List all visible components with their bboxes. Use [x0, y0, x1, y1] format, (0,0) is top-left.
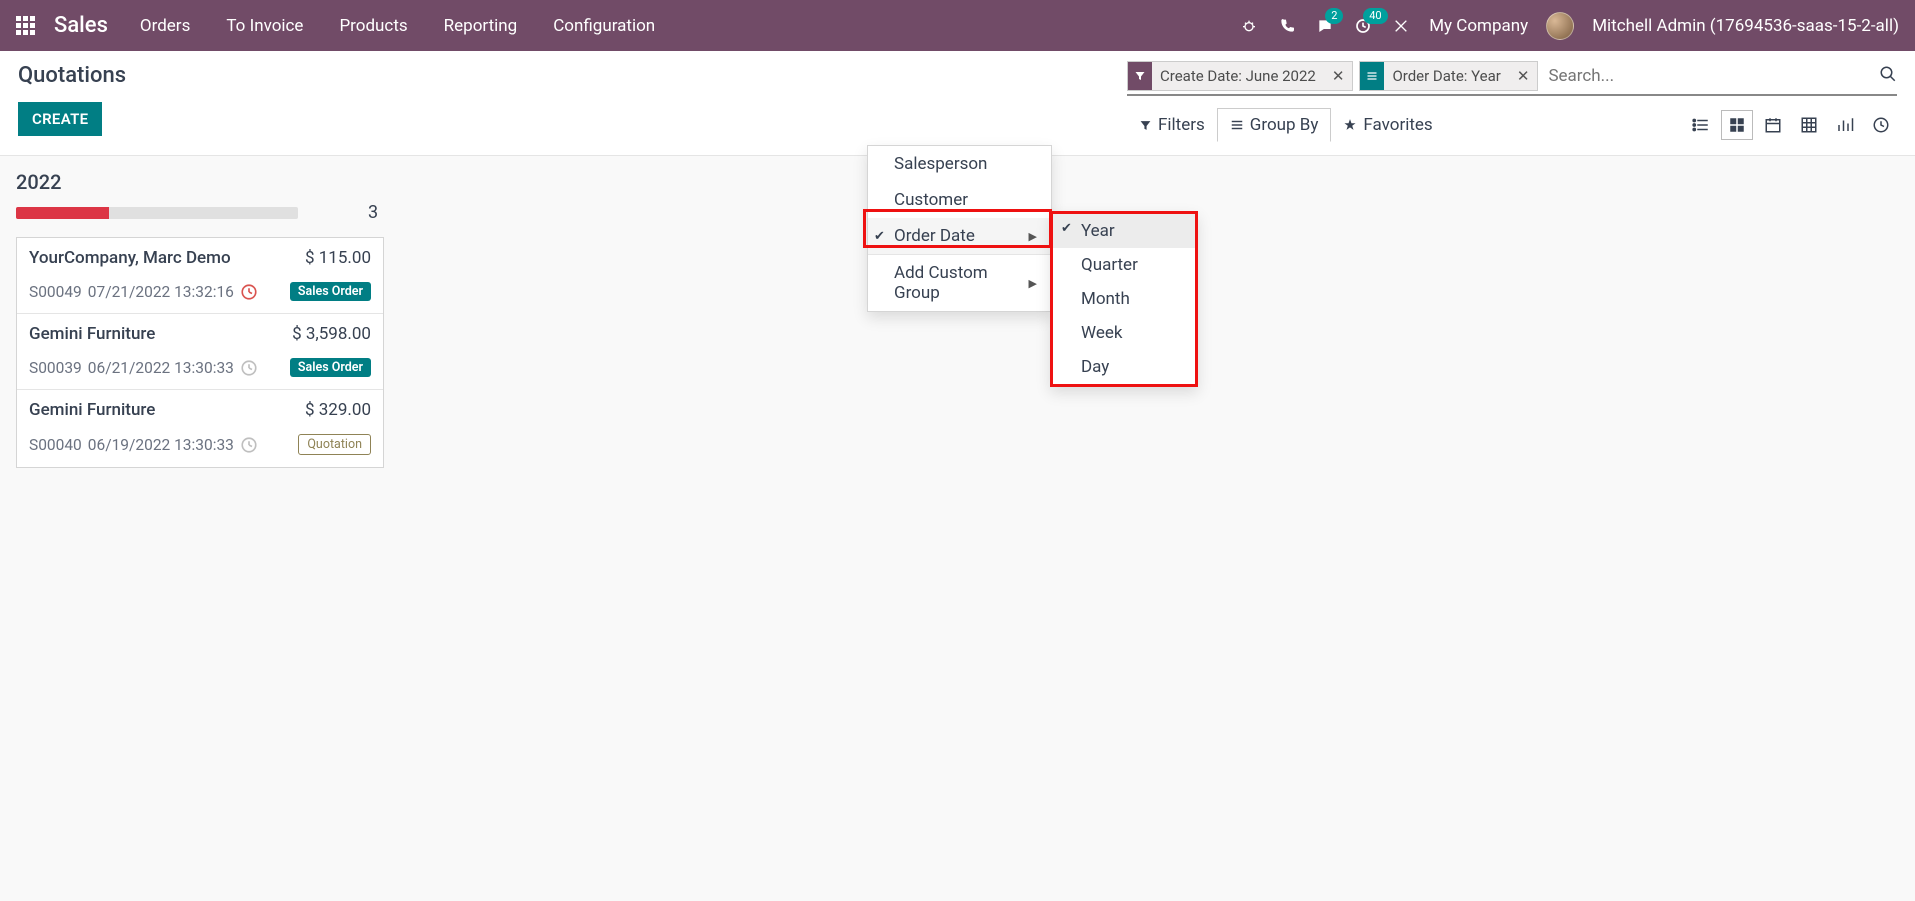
groupby-order-date[interactable]: ✔Order Date▶ [868, 218, 1051, 254]
avatar[interactable] [1546, 12, 1574, 40]
phone-icon[interactable] [1277, 16, 1297, 36]
card-amount: $ 3,598.00 [292, 324, 371, 344]
menu-reporting[interactable]: Reporting [444, 16, 518, 36]
caret-right-icon: ▶ [1029, 230, 1037, 243]
granularity-month[interactable]: Month [1053, 282, 1195, 316]
search-bar: Create Date: June 2022 ✕ Order Date: Yea… [1127, 61, 1897, 96]
activities-icon[interactable]: 40 [1353, 16, 1373, 36]
search-icon[interactable] [1879, 65, 1897, 87]
granularity-week[interactable]: Week [1053, 316, 1195, 350]
granularity-quarter[interactable]: Quarter [1053, 248, 1195, 282]
menu-to-invoice[interactable]: To Invoice [226, 16, 303, 36]
clock-icon [240, 283, 258, 301]
card-ref: S00039 [29, 359, 82, 377]
view-switcher [1685, 110, 1897, 140]
favorites-toggle[interactable]: Favorites [1331, 109, 1444, 141]
granularity-year[interactable]: ✔Year [1053, 214, 1195, 248]
clock-icon [240, 359, 258, 377]
kanban-column: YourCompany, Marc Demo $ 115.00 S00049 07… [16, 237, 384, 468]
card-amount: $ 115.00 [305, 248, 371, 268]
apps-icon[interactable] [16, 16, 36, 36]
groupby-customer[interactable]: Customer [868, 182, 1051, 218]
facet-remove[interactable]: ✕ [1324, 67, 1353, 85]
menu-configuration[interactable]: Configuration [553, 16, 655, 36]
facet-label: Create Date: June 2022 [1152, 67, 1324, 85]
bug-icon[interactable] [1239, 16, 1259, 36]
kanban-card[interactable]: Gemini Furniture $ 3,598.00 S00039 06/21/… [17, 314, 383, 390]
top-nav: Sales Orders To Invoice Products Reporti… [0, 0, 1915, 51]
app-brand[interactable]: Sales [54, 13, 108, 38]
page-title: Quotations [18, 63, 126, 88]
granularity-day[interactable]: Day [1053, 350, 1195, 384]
groupby-toggle[interactable]: Group By [1217, 108, 1332, 142]
check-icon: ✔ [874, 229, 885, 244]
card-date: 07/21/2022 13:32:16 [88, 283, 234, 301]
messages-icon[interactable]: 2 [1315, 16, 1335, 36]
card-date: 06/21/2022 13:30:33 [88, 359, 234, 377]
view-activity[interactable] [1865, 110, 1897, 140]
check-icon: ✔ [1061, 221, 1072, 236]
control-panel: Quotations CREATE Create Date: June 2022… [0, 51, 1915, 156]
kanban-card[interactable]: Gemini Furniture $ 329.00 S00040 06/19/20… [17, 390, 383, 467]
groupby-salesperson[interactable]: Salesperson [868, 146, 1051, 182]
card-ref: S00040 [29, 436, 82, 454]
main-menu: Orders To Invoice Products Reporting Con… [140, 16, 655, 36]
card-customer: YourCompany, Marc Demo [29, 248, 231, 268]
user-menu[interactable]: Mitchell Admin (17694536-saas-15-2-all) [1592, 16, 1899, 36]
card-customer: Gemini Furniture [29, 400, 155, 420]
activities-badge: 40 [1363, 8, 1387, 24]
opt-row: Filters Group By Favorites [1127, 108, 1897, 142]
facet-label: Order Date: Year [1384, 67, 1508, 85]
menu-orders[interactable]: Orders [140, 16, 190, 36]
card-amount: $ 329.00 [305, 400, 371, 420]
date-granularity-submenu: ✔Year Quarter Month Week Day [1050, 211, 1198, 387]
filters-toggle[interactable]: Filters [1127, 109, 1217, 141]
facet-create-date[interactable]: Create Date: June 2022 ✕ [1127, 61, 1353, 91]
groupby-add-custom[interactable]: Add Custom Group▶ [868, 254, 1051, 311]
caret-right-icon: ▶ [1029, 277, 1037, 290]
card-customer: Gemini Furniture [29, 324, 155, 344]
card-ref: S00049 [29, 283, 82, 301]
card-date: 06/19/2022 13:30:33 [88, 436, 234, 454]
kanban-card[interactable]: YourCompany, Marc Demo $ 115.00 S00049 07… [17, 238, 383, 314]
menu-products[interactable]: Products [339, 16, 407, 36]
search-input[interactable] [1544, 64, 1879, 88]
view-list[interactable] [1685, 110, 1717, 140]
status-badge: Sales Order [290, 358, 371, 377]
kanban-progress-bar[interactable] [16, 207, 298, 219]
filter-icon [1128, 62, 1152, 90]
nav-right: 2 40 My Company Mitchell Admin (17694536… [1239, 12, 1899, 40]
view-calendar[interactable] [1757, 110, 1789, 140]
facet-remove[interactable]: ✕ [1509, 67, 1538, 85]
kanban-count: 3 [368, 202, 378, 223]
clock-icon [240, 436, 258, 454]
view-kanban[interactable] [1721, 110, 1753, 140]
facet-order-date[interactable]: Order Date: Year ✕ [1359, 61, 1538, 91]
company-switcher[interactable]: My Company [1429, 16, 1528, 36]
group-icon [1360, 62, 1384, 90]
view-graph[interactable] [1829, 110, 1861, 140]
tools-icon[interactable] [1391, 16, 1411, 36]
groupby-dropdown: Salesperson Customer ✔Order Date▶ Add Cu… [867, 145, 1052, 312]
status-badge: Quotation [298, 434, 371, 455]
view-pivot[interactable] [1793, 110, 1825, 140]
status-badge: Sales Order [290, 282, 371, 301]
create-button[interactable]: CREATE [18, 102, 102, 136]
messages-badge: 2 [1325, 8, 1343, 24]
